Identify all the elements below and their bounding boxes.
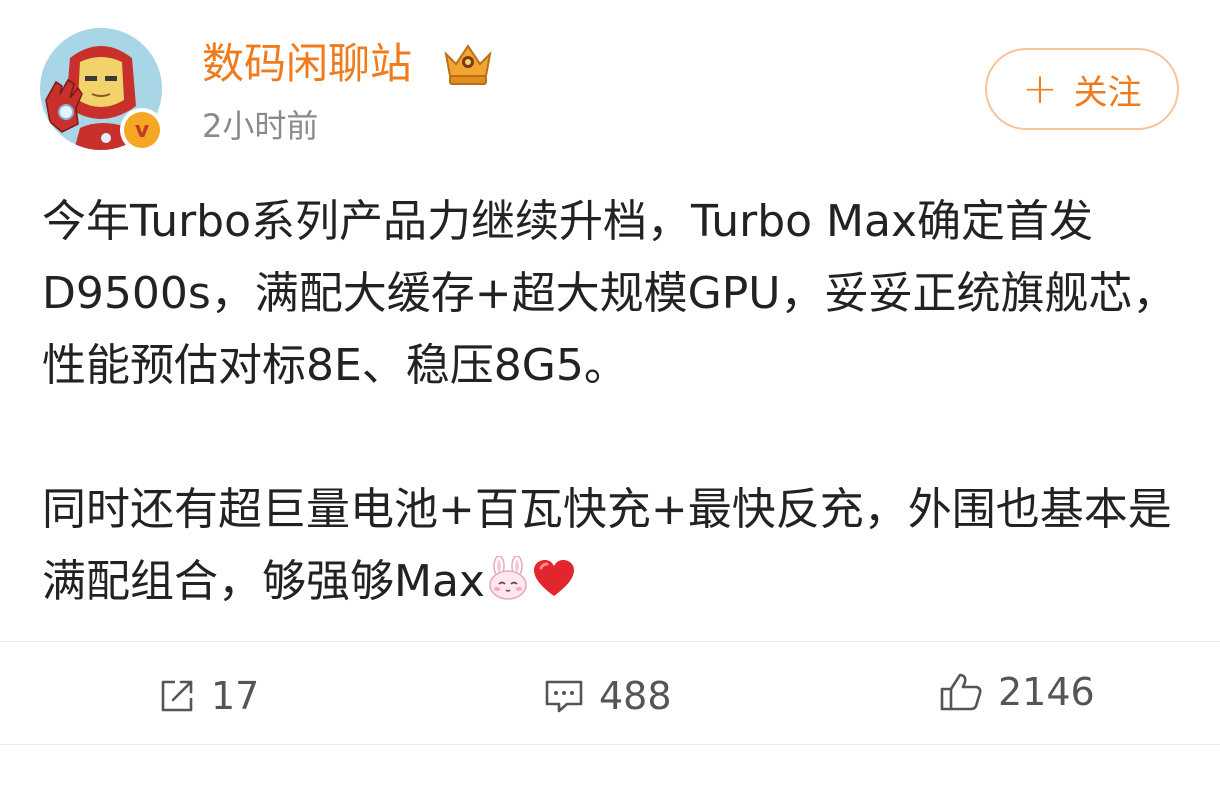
plus-icon: + bbox=[1022, 64, 1058, 113]
verified-badge: v bbox=[120, 108, 164, 152]
post-paragraph-2: 同时还有超巨量电池+百瓦快充+最快反充，外围也基本是满配组合，够强够Max bbox=[42, 474, 1192, 618]
like-button[interactable]: 2146 bbox=[938, 664, 1095, 720]
repost-count: 17 bbox=[211, 674, 260, 718]
follow-button[interactable]: + 关注 bbox=[985, 48, 1179, 130]
weibo-post: v 数码闲聊站 2小时前 + 关注 今年Turbo系列产品力继续升档，Turbo… bbox=[0, 0, 1220, 788]
post-paragraph-2-text: 同时还有超巨量电池+百瓦快充+最快反充，外围也基本是满配组合，够强够Max bbox=[42, 484, 1172, 607]
comment-icon bbox=[545, 680, 583, 713]
post-content: 今年Turbo系列产品力继续升档，Turbo Max确定首发D9500s，满配大… bbox=[42, 186, 1192, 618]
rabbit-face-emoji bbox=[489, 556, 527, 600]
author-name[interactable]: 数码闲聊站 bbox=[202, 36, 412, 92]
divider bbox=[0, 641, 1220, 642]
post-time: 2小时前 bbox=[202, 107, 319, 145]
verified-mark: v bbox=[124, 112, 160, 148]
divider bbox=[0, 744, 1220, 745]
like-count: 2146 bbox=[998, 670, 1095, 714]
follow-label: 关注 bbox=[1073, 72, 1142, 113]
comment-count: 488 bbox=[599, 674, 672, 718]
thumbs-up-icon bbox=[940, 673, 982, 711]
share-icon bbox=[161, 680, 193, 712]
post-paragraph-1: 今年Turbo系列产品力继续升档，Turbo Max确定首发D9500s，满配大… bbox=[42, 196, 1177, 391]
crown-icon bbox=[444, 44, 492, 85]
comment-button[interactable]: 488 bbox=[543, 668, 672, 724]
red-heart-emoji bbox=[533, 560, 574, 596]
repost-button[interactable]: 17 bbox=[157, 668, 259, 724]
